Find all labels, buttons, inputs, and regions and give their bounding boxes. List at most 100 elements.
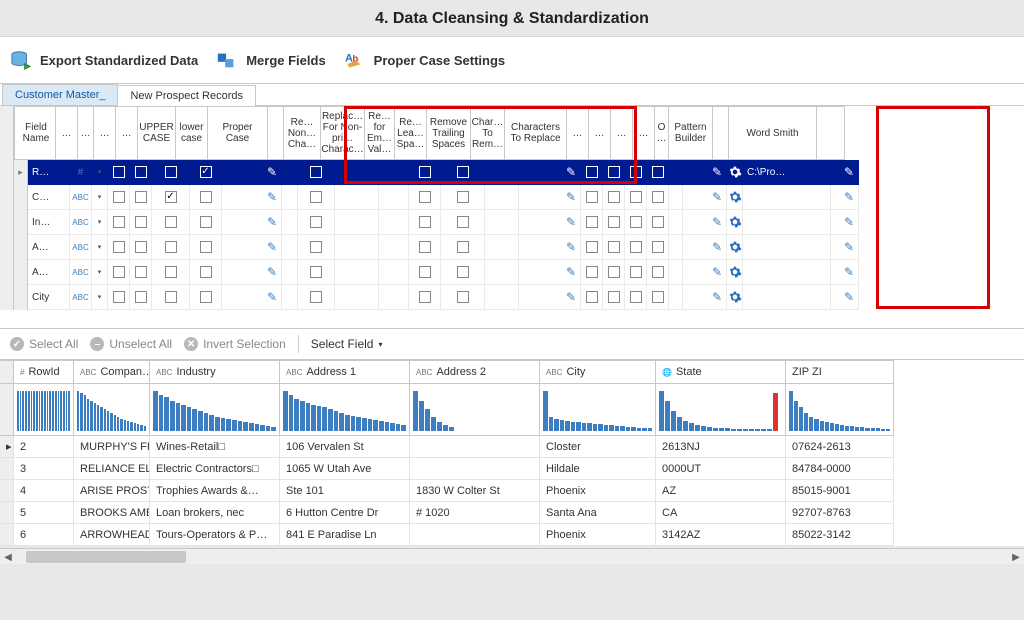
checkbox[interactable] <box>200 241 212 253</box>
row-handle[interactable] <box>0 480 14 502</box>
merge-fields-button[interactable]: Merge Fields <box>216 49 325 71</box>
pencil-icon[interactable]: ✎ <box>844 290 854 304</box>
col-dots-1[interactable]: … <box>56 106 78 160</box>
checkbox[interactable] <box>652 291 664 303</box>
row-handle[interactable] <box>14 235 28 260</box>
gear-icon[interactable] <box>728 240 742 254</box>
checkbox[interactable] <box>630 266 642 278</box>
config-row[interactable]: A…ABC▾✎✎✎✎ <box>28 235 859 260</box>
row-handle[interactable] <box>14 285 28 310</box>
checkbox[interactable] <box>310 291 322 303</box>
checkbox[interactable] <box>135 266 147 278</box>
checkbox[interactable] <box>310 266 322 278</box>
pencil-icon[interactable]: ✎ <box>566 165 576 179</box>
pencil-icon[interactable]: ✎ <box>712 215 722 229</box>
config-row[interactable]: R…#▾✎✎✎C:\Pro…✎ <box>28 160 859 185</box>
wordsmith-cell[interactable] <box>743 285 831 310</box>
proper-case-cell[interactable]: ✎ <box>222 210 282 235</box>
data-row[interactable]: 6ARROWHEAD JEEP T…Tours-Operators & P…84… <box>0 524 1024 546</box>
checkbox[interactable] <box>652 266 664 278</box>
pencil-icon[interactable]: ✎ <box>566 240 576 254</box>
checkbox[interactable] <box>419 266 431 278</box>
scrollbar-thumb[interactable] <box>26 551 186 563</box>
row-handle[interactable] <box>14 260 28 285</box>
checkbox[interactable] <box>586 291 598 303</box>
checkbox[interactable] <box>200 191 212 203</box>
gear-icon[interactable] <box>728 165 742 179</box>
scroll-left-arrow[interactable]: ◀ <box>0 549 16 565</box>
pencil-icon[interactable]: ✎ <box>712 190 722 204</box>
checkbox[interactable] <box>419 241 431 253</box>
checkbox[interactable] <box>135 166 147 178</box>
col-re-for-empty[interactable]: Re… for Em… Val… <box>365 106 395 160</box>
pencil-icon[interactable]: ✎ <box>712 165 722 179</box>
col-address1[interactable]: ABCAddress 1 <box>280 360 410 384</box>
proper-case-cell[interactable]: ✎ <box>222 185 282 210</box>
data-row[interactable]: 5BROOKS AMERICALoan brokers, nec6 Hutton… <box>0 502 1024 524</box>
select-all-button[interactable]: ✓ Select All <box>10 337 78 351</box>
checkbox[interactable] <box>165 166 177 178</box>
col-hash[interactable]: #RowId <box>14 360 74 384</box>
pencil-icon[interactable]: ✎ <box>844 240 854 254</box>
col-company[interactable]: ABCCompan… <box>74 360 150 384</box>
col-remove-trailing[interactable]: Remove Trailing Spaces <box>427 106 471 160</box>
unselect-all-button[interactable]: – Unselect All <box>90 337 172 351</box>
col-dots-3[interactable]: … <box>94 106 116 160</box>
pencil-icon[interactable]: ✎ <box>267 165 277 179</box>
row-handle[interactable] <box>0 502 14 524</box>
gear-icon[interactable] <box>728 290 742 304</box>
col-field-name[interactable]: Field Name <box>14 106 56 160</box>
checkbox[interactable] <box>165 291 177 303</box>
checkbox[interactable] <box>652 241 664 253</box>
col-replace-nonprint[interactable]: Replac… For Non-pri… Charac… <box>321 106 365 160</box>
pencil-icon[interactable]: ✎ <box>267 290 277 304</box>
checkbox[interactable] <box>586 241 598 253</box>
col-dots-2[interactable]: … <box>78 106 94 160</box>
pencil-icon[interactable]: ✎ <box>712 240 722 254</box>
col-re-leading-spaces[interactable]: Re… Lea… Spa… <box>395 106 427 160</box>
checkbox[interactable] <box>113 266 125 278</box>
checkbox[interactable] <box>608 266 620 278</box>
checkbox[interactable] <box>310 241 322 253</box>
pencil-icon[interactable]: ✎ <box>844 190 854 204</box>
export-standardized-data-button[interactable]: Export Standardized Data <box>10 49 198 71</box>
checkbox[interactable] <box>457 191 469 203</box>
checkbox[interactable] <box>586 166 598 178</box>
wordsmith-cell[interactable] <box>743 210 831 235</box>
checkbox[interactable] <box>310 166 322 178</box>
data-row[interactable]: 3RELIANCE ELECTRICElectric Contractors□1… <box>0 458 1024 480</box>
col-o[interactable]: O … <box>655 106 669 160</box>
pencil-icon[interactable]: ✎ <box>267 215 277 229</box>
col-dots-8[interactable]: … <box>633 106 655 160</box>
checkbox[interactable] <box>630 191 642 203</box>
checkbox[interactable] <box>457 166 469 178</box>
checkbox[interactable] <box>457 266 469 278</box>
dropdown-cell[interactable]: ▾ <box>92 210 108 235</box>
checkbox[interactable] <box>135 191 147 203</box>
col-lower-case[interactable]: lower case <box>176 106 208 160</box>
gear-icon[interactable] <box>728 190 742 204</box>
checkbox[interactable] <box>630 291 642 303</box>
checkbox[interactable] <box>419 191 431 203</box>
checkbox[interactable] <box>113 166 125 178</box>
pencil-icon[interactable]: ✎ <box>844 165 854 179</box>
checkbox[interactable] <box>135 291 147 303</box>
col-char-to-remove[interactable]: Char… To Rem… <box>471 106 505 160</box>
horizontal-scrollbar[interactable]: ◀ ▶ <box>0 548 1024 564</box>
pencil-icon[interactable]: ✎ <box>844 265 854 279</box>
dropdown-cell[interactable]: ▾ <box>92 260 108 285</box>
col-dots-5[interactable]: … <box>567 106 589 160</box>
data-row[interactable]: 4ARISE PROSTHETIC…Trophies Awards &…Ste … <box>0 480 1024 502</box>
checkbox[interactable] <box>165 241 177 253</box>
row-handle[interactable] <box>0 524 14 546</box>
checkbox[interactable] <box>652 191 664 203</box>
row-handle[interactable] <box>14 185 28 210</box>
checkbox[interactable] <box>630 241 642 253</box>
checkbox[interactable] <box>200 166 212 178</box>
wordsmith-cell[interactable]: C:\Pro… <box>743 160 831 185</box>
wordsmith-cell[interactable] <box>743 260 831 285</box>
col-dots-4[interactable]: … <box>116 106 138 160</box>
pencil-icon[interactable]: ✎ <box>712 265 722 279</box>
pencil-icon[interactable]: ✎ <box>566 265 576 279</box>
col-dots-6[interactable]: … <box>589 106 611 160</box>
